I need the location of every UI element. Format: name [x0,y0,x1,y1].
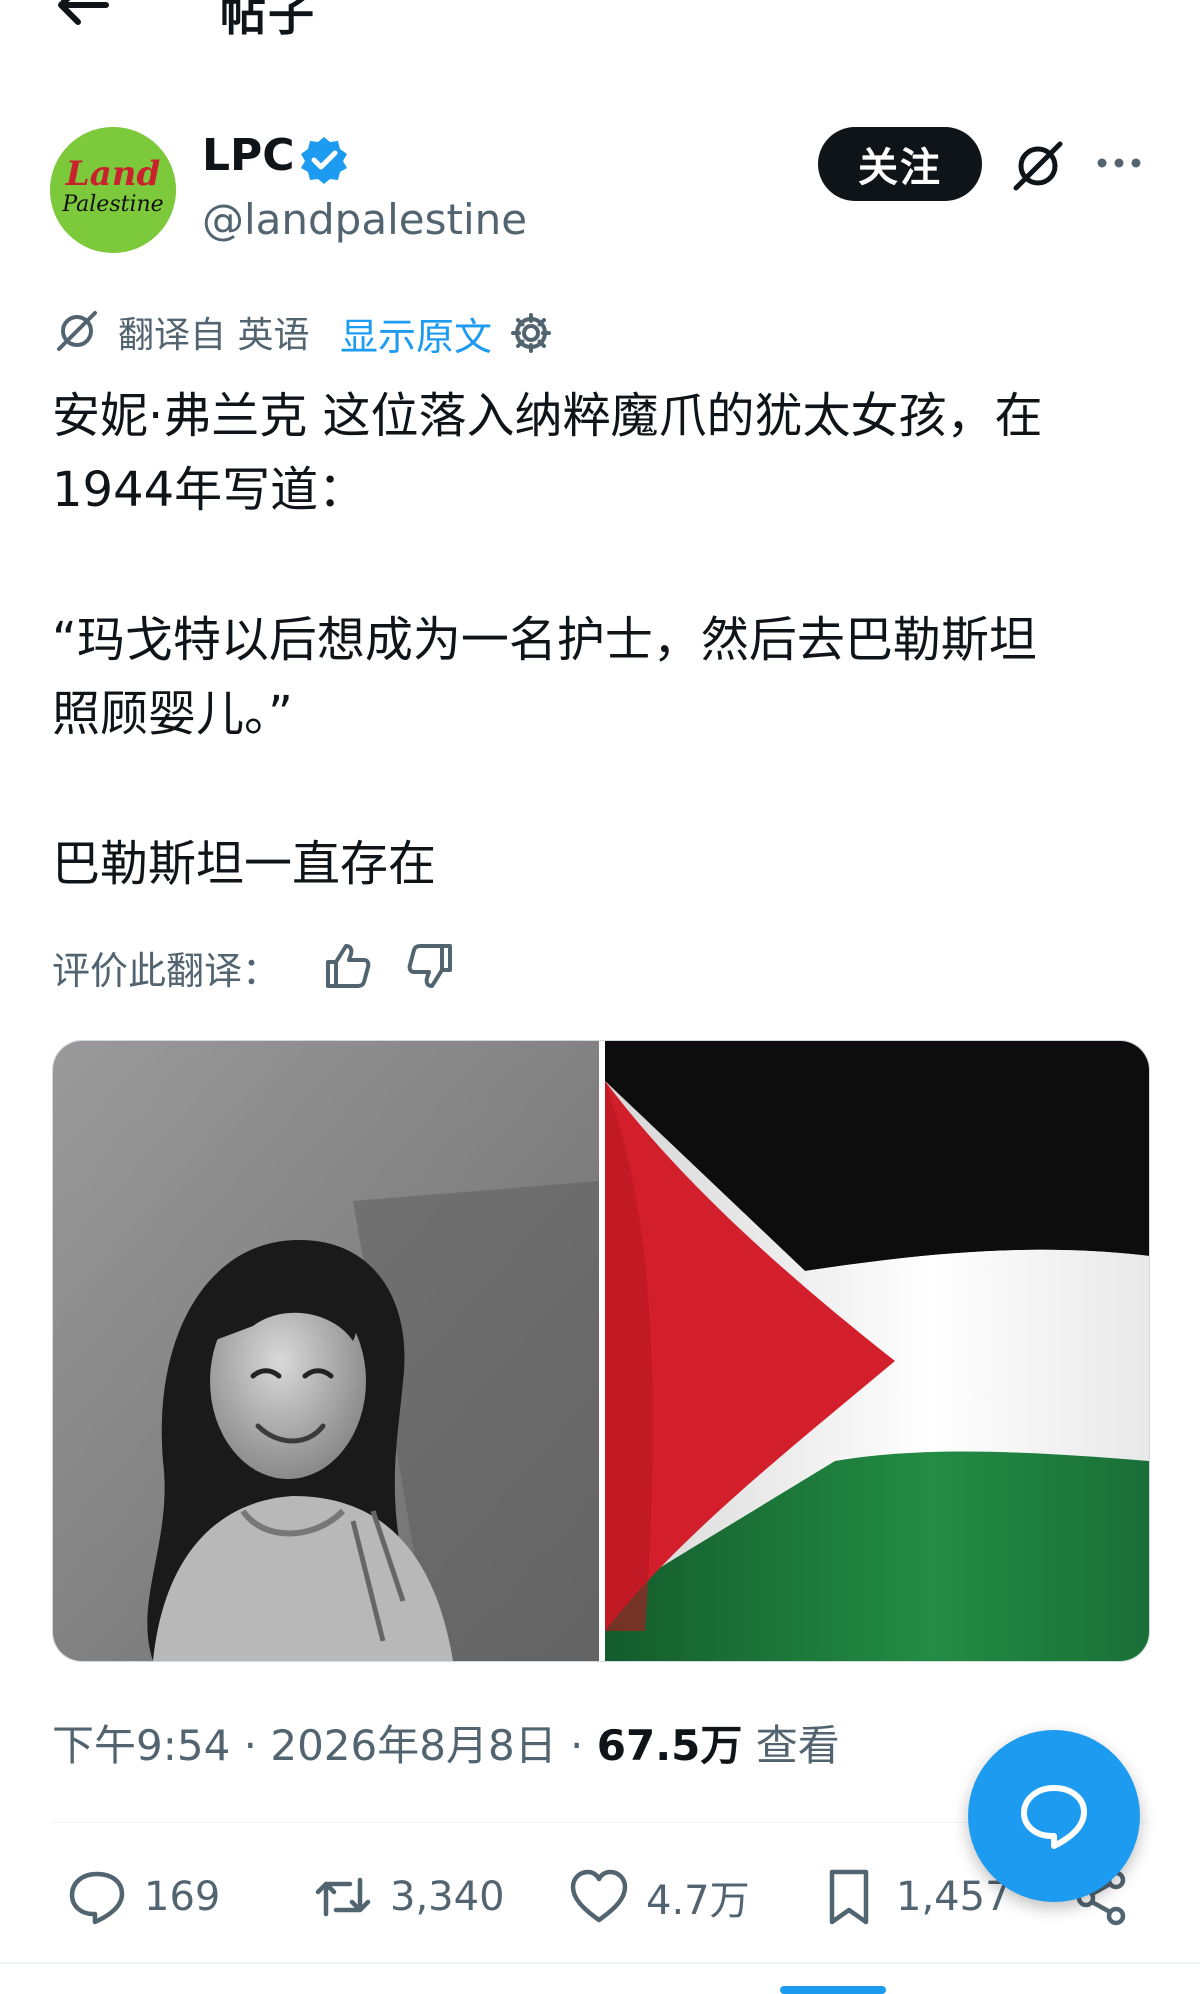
author-name[interactable]: LPC [202,130,295,181]
author-handle[interactable]: @landpalestine [202,195,527,244]
repost-icon [315,1877,371,1917]
compose-icon [1021,1785,1087,1849]
page-title: 帖子 [220,0,316,41]
thumbs-up-icon[interactable] [322,940,374,992]
post-text-line: 巴勒斯坦一直存在 [52,836,437,892]
post-meta: 下午9:54 · 2026年8月8日 · 67.5万 查看 [52,1712,840,1773]
bottom-nav-indicator [780,1986,886,1994]
divider [0,1962,1200,1964]
avatar-text-palestine: Palestine [61,192,163,217]
like-icon [570,1869,628,1923]
portrait-photo[interactable] [53,1041,599,1661]
bookmark-button[interactable]: 1,457 [818,1862,1011,1932]
translated-from-label: 翻译自 英语 [118,315,310,356]
post-text-line: 1944年写道： [52,462,367,518]
back-arrow-icon[interactable] [52,0,112,30]
translate-icon [54,308,100,354]
post-text-line: 照顾婴儿。” [52,686,293,742]
like-button[interactable]: 4.7万 [568,1862,750,1932]
like-count: 4.7万 [646,1878,750,1924]
show-original-link[interactable]: 显示原文 [340,306,492,361]
palestine-flag-image[interactable] [605,1041,1149,1661]
repost-count: 3,340 [390,1874,505,1920]
compose-reply-button[interactable] [968,1730,1140,1902]
views-label: 查看 [742,1721,840,1770]
verified-icon [298,134,350,186]
post-media[interactable] [52,1040,1150,1662]
repost-button[interactable]: 3,340 [312,1862,505,1932]
reply-icon [69,1871,125,1925]
thumbs-down-icon[interactable] [404,940,456,992]
post-text-line: 安妮·弗兰克 这位落入纳粹魔爪的犹太女孩，在 [52,388,1043,444]
more-icon[interactable] [1094,148,1144,178]
avatar[interactable]: Land Palestine [50,127,176,253]
settings-icon[interactable] [508,310,554,356]
follow-button[interactable]: 关注 [818,127,982,201]
reply-button[interactable]: 169 [66,1862,220,1932]
avatar-text-land: Land [65,154,161,194]
views-count: 67.5万 [596,1721,743,1770]
post-text-line: “玛戈特以后想成为一名护士，然后去巴勒斯坦 [52,612,1037,668]
reply-count: 169 [144,1874,221,1920]
bookmark-icon [829,1869,869,1925]
rate-translation-label: 评价此翻译： [52,949,281,993]
bookmark-count: 1,457 [896,1874,1011,1920]
grok-icon[interactable] [1010,138,1066,194]
post-timestamp[interactable]: 下午9:54 · 2026年8月8日 · [52,1721,597,1770]
